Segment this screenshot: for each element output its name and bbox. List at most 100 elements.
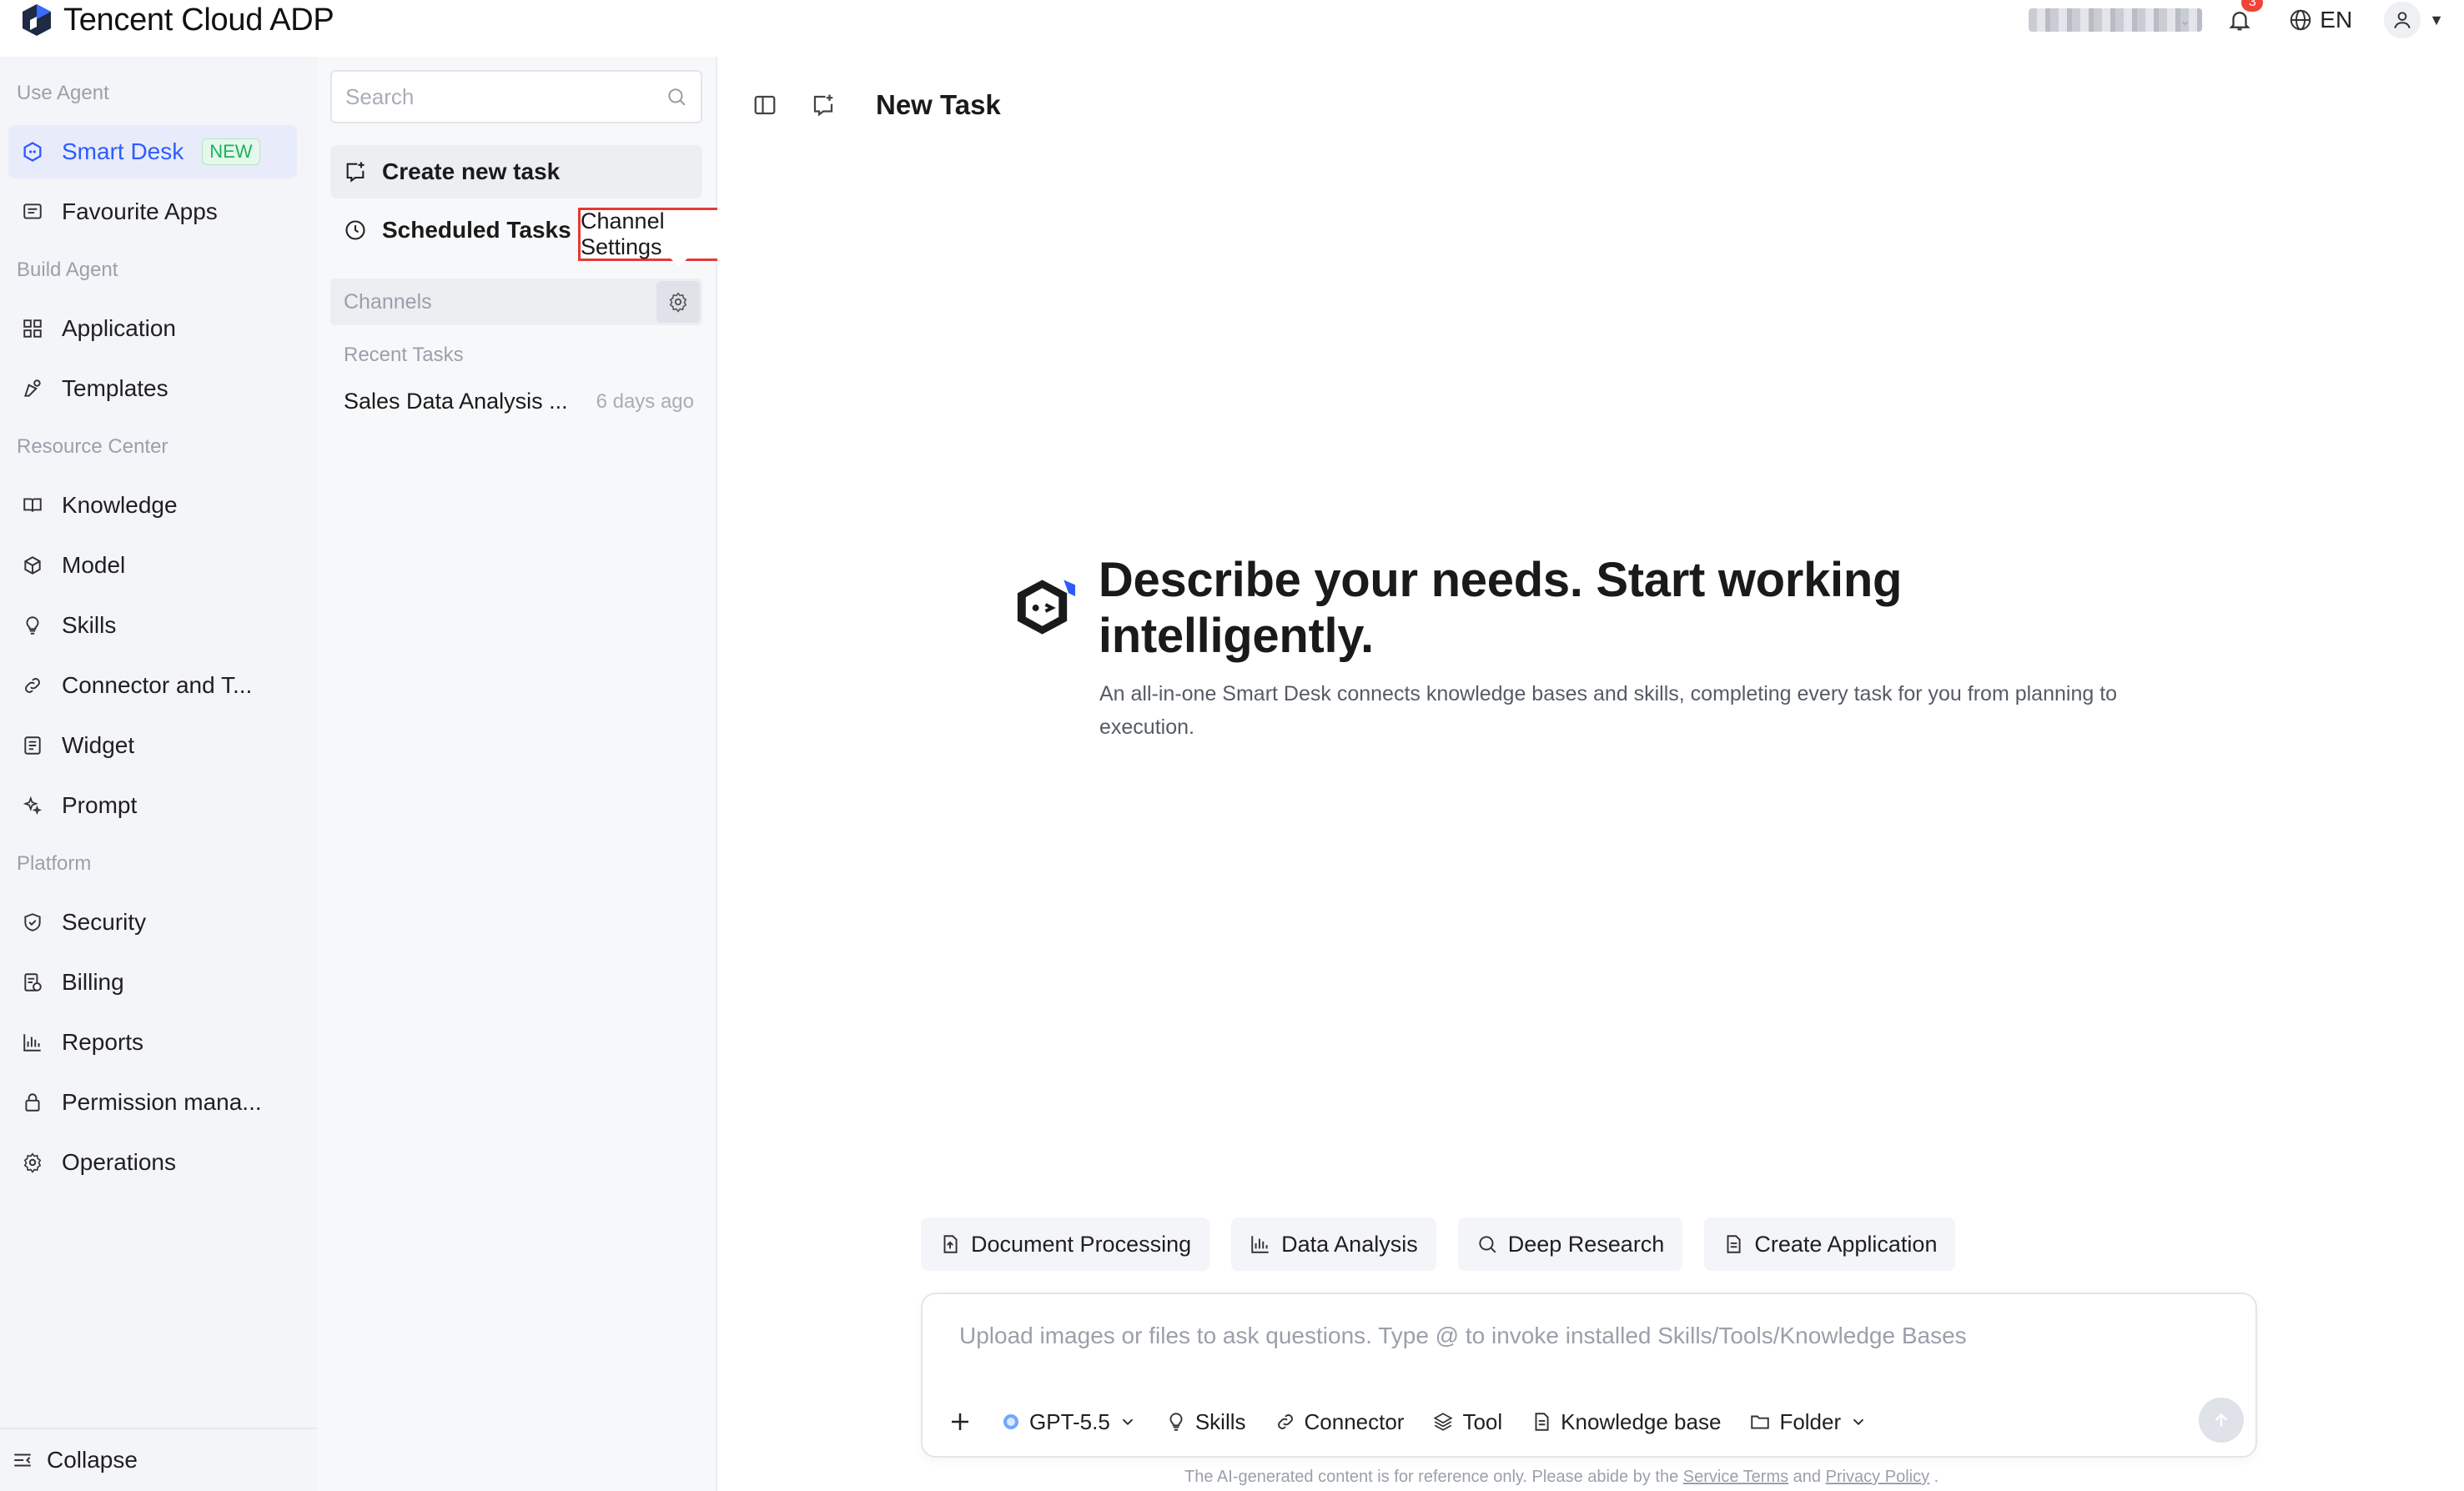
notification-badge: 3	[2241, 0, 2264, 12]
language-switcher[interactable]: EN	[2288, 7, 2352, 33]
link-icon	[1277, 1414, 1293, 1429]
scheduled-tasks-label: Scheduled Tasks	[382, 217, 571, 243]
document-processing-chip[interactable]: Document Processing	[921, 1217, 1210, 1271]
task-panel: Search Create new task Scheduled Tasks C…	[317, 57, 732, 1491]
grid-icon	[18, 314, 47, 343]
sidebar-item-label: Knowledge	[62, 492, 178, 518]
hero: Describe your needs. Start working intel…	[1009, 552, 2177, 744]
collapse-sidebar-button[interactable]: Collapse	[0, 1428, 317, 1491]
recent-task-time: 6 days ago	[596, 389, 694, 413]
new-task-button[interactable]	[809, 91, 837, 119]
chip-label: Data Analysis	[1281, 1231, 1418, 1257]
sidebar-item-knowledge[interactable]: Knowledge	[8, 479, 297, 532]
new-task-icon	[813, 94, 833, 117]
top-bar: Tencent Cloud ADP ⌄ 3 EN ▼	[0, 0, 2464, 57]
bar-chart-icon	[1251, 1236, 1269, 1253]
composer-toolbar: GPT-5.5 Skills Connector Tool Knowledge …	[948, 1401, 1868, 1443]
service-terms-link[interactable]: Service Terms	[1683, 1468, 1788, 1486]
document-upload-icon	[943, 1235, 958, 1253]
layers-icon	[1433, 1413, 1454, 1431]
hero-subtitle: An all-in-one Smart Desk connects knowle…	[1099, 682, 2118, 739]
gear-icon	[18, 1148, 47, 1177]
tool-label: Folder	[1779, 1408, 1842, 1434]
sidebar-item-permission[interactable]: Permission mana...	[8, 1076, 297, 1129]
new-badge: NEW	[202, 138, 260, 165]
recent-task-name: Sales Data Analysis ...	[344, 389, 568, 414]
attach-button[interactable]	[948, 1409, 973, 1434]
sidebar-item-reports[interactable]: Reports	[8, 1016, 297, 1069]
sidebar-item-favourite-apps[interactable]: Favourite Apps	[8, 185, 297, 238]
model-icon	[1003, 1414, 1018, 1429]
sidebar-item-templates[interactable]: Templates	[8, 362, 297, 415]
chip-label: Document Processing	[971, 1231, 1192, 1257]
sidebar-item-widget[interactable]: Widget	[8, 719, 297, 772]
arrow-up-icon	[2215, 1413, 2228, 1427]
tool-button[interactable]: Tool	[1432, 1409, 1502, 1435]
sparkle-icon	[18, 791, 47, 820]
caret-down-icon: ▼	[2429, 11, 2444, 28]
app-logo[interactable]: Tencent Cloud ADP	[18, 2, 334, 38]
create-new-task-label: Create new task	[382, 158, 561, 184]
book-icon	[18, 491, 47, 520]
sidebar-item-label: Billing	[62, 969, 124, 995]
chip-label: Deep Research	[1507, 1231, 1665, 1257]
sidebar-item-application[interactable]: Application	[8, 302, 297, 355]
sidebar-item-prompt[interactable]: Prompt	[8, 779, 297, 832]
prompt-input[interactable]: Upload images or files to ask questions.…	[959, 1323, 1967, 1349]
main-content: New Task Describe your needs. Start work…	[717, 57, 2464, 1491]
disclaimer-suffix: .	[1933, 1468, 1939, 1486]
notifications-button[interactable]: 3	[2223, 0, 2264, 37]
sidebar-item-label: Operations	[62, 1149, 176, 1175]
recent-tasks-title: Recent Tasks	[344, 344, 464, 366]
channel-settings-button[interactable]	[656, 281, 700, 323]
toggle-panel-button[interactable]	[751, 91, 779, 119]
sidebar-item-label: Skills	[62, 612, 117, 638]
account-selector[interactable]: ⌄	[2029, 8, 2203, 32]
folder-selector[interactable]: Folder	[1749, 1409, 1868, 1435]
sidebar-item-billing[interactable]: Billing	[8, 956, 297, 1009]
avatar	[2384, 2, 2421, 38]
search-input[interactable]: Search	[330, 70, 702, 123]
section-title-build-agent: Build Agent	[17, 259, 118, 281]
channels-label: Channels	[344, 289, 432, 314]
sidebar-item-label: Templates	[62, 375, 168, 401]
deep-research-chip[interactable]: Deep Research	[1457, 1217, 1683, 1271]
scheduled-tasks-button[interactable]: Scheduled Tasks	[330, 203, 571, 257]
user-menu[interactable]: ▼	[2384, 2, 2444, 38]
sidebar-item-label: Security	[62, 909, 147, 935]
lock-icon	[18, 1088, 47, 1117]
sidebar-item-skills[interactable]: Skills	[8, 599, 297, 652]
channel-settings-tooltip: Channel Settings	[578, 208, 732, 261]
tool-label: Connector	[1304, 1408, 1405, 1434]
main-header: New Task	[751, 80, 1001, 130]
smart-desk-icon	[18, 138, 47, 166]
privacy-policy-link[interactable]: Privacy Policy	[1826, 1468, 1929, 1486]
connector-button[interactable]: Connector	[1275, 1408, 1405, 1435]
cube-icon	[18, 551, 47, 580]
create-new-task-button[interactable]: Create new task	[330, 145, 702, 198]
link-icon	[18, 671, 47, 700]
globe-icon	[2291, 9, 2311, 31]
plus-icon	[952, 1413, 968, 1430]
send-button[interactable]	[2199, 1398, 2244, 1443]
knowledge-base-button[interactable]: Knowledge base	[1531, 1409, 1721, 1435]
billing-icon	[18, 968, 47, 997]
model-selector[interactable]: GPT-5.5	[1001, 1409, 1137, 1435]
sidebar-toggle-icon	[754, 95, 776, 115]
tool-label: Tool	[1462, 1408, 1503, 1434]
sidebar-item-connector[interactable]: Connector and T...	[8, 659, 297, 712]
disclaimer-and: and	[1793, 1468, 1822, 1486]
list-item[interactable]: Sales Data Analysis ... 6 days ago	[344, 389, 694, 414]
sidebar-item-security[interactable]: Security	[8, 896, 297, 949]
language-label: EN	[2320, 7, 2353, 33]
data-analysis-chip[interactable]: Data Analysis	[1231, 1217, 1436, 1271]
create-application-chip[interactable]: Create Application	[1704, 1217, 1956, 1271]
sidebar-item-model[interactable]: Model	[8, 539, 297, 592]
templates-icon	[18, 374, 47, 403]
sidebar-item-smart-desk[interactable]: Smart Desk NEW	[8, 125, 297, 178]
sidebar-item-label: Reports	[62, 1029, 144, 1055]
smart-desk-logo-icon	[1017, 580, 1076, 635]
sidebar-item-operations[interactable]: Operations	[8, 1136, 297, 1189]
skills-button[interactable]: Skills	[1165, 1409, 1246, 1435]
new-task-icon	[346, 162, 365, 183]
